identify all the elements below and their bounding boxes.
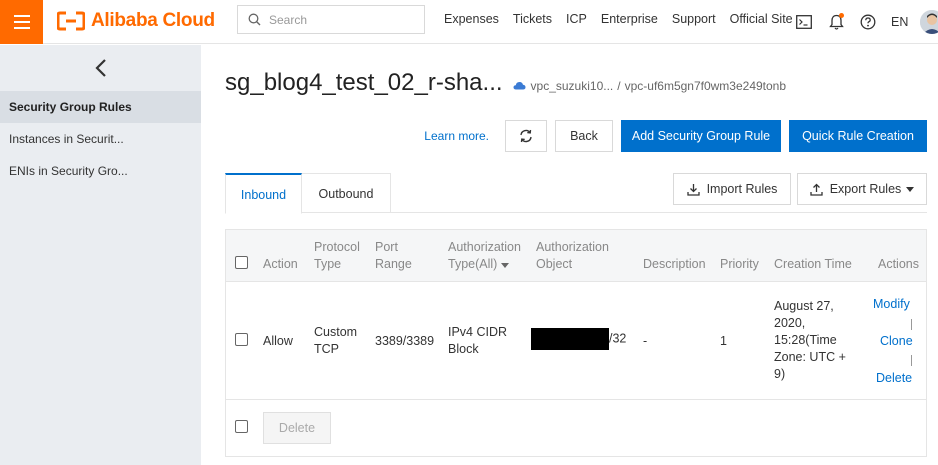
rule-creation-time: August 27, 2020, 15:28(Time Zone: UTC + …: [774, 299, 846, 381]
table-row: Allow Custom TCP 3389/3389 IPv4 CIDR Block…: [226, 282, 926, 400]
download-icon: [686, 183, 700, 196]
chevron-left-icon: [94, 59, 106, 77]
action-bar: Learn more. Back Add Security Group Rule…: [424, 120, 927, 152]
rule-port-range: 3389/3389: [375, 334, 435, 348]
caret-down-icon: [500, 263, 509, 268]
user-avatar[interactable]: [920, 10, 938, 34]
nav-expenses[interactable]: Expenses: [444, 12, 499, 26]
back-button[interactable]: Back: [555, 120, 613, 152]
header-port-range: Port Range: [375, 240, 412, 271]
select-all-checkbox[interactable]: [235, 256, 248, 269]
export-rules-button[interactable]: Export Rules: [797, 173, 927, 205]
main-content: sg_blog4_test_02_r-sha... vpc_suzuki10..…: [201, 45, 938, 465]
nav-icp[interactable]: ICP: [566, 12, 587, 26]
top-navigation-bar: Alibaba Cloud Expenses Tickets ICP Enter…: [0, 0, 938, 44]
refresh-button[interactable]: [505, 120, 547, 152]
top-icons: EN: [795, 10, 938, 34]
sidebar-item-enis[interactable]: ENIs in Security Gro...: [0, 155, 201, 187]
rule-priority: 1: [720, 334, 727, 348]
add-security-group-rule-button[interactable]: Add Security Group Rule: [621, 120, 781, 152]
page-header: sg_blog4_test_02_r-sha... vpc_suzuki10..…: [225, 69, 786, 97]
action-separator: [911, 355, 912, 366]
nav-official-site[interactable]: Official Site: [730, 12, 793, 26]
breadcrumb: vpc_suzuki10... / vpc-uf6m5gn7f0wm3e249t…: [513, 78, 786, 93]
sidebar: Security Group Rules Instances in Securi…: [0, 45, 201, 465]
learn-more-link[interactable]: Learn more.: [424, 129, 489, 143]
rule-action: Allow: [263, 334, 293, 348]
action-separator: [911, 319, 912, 330]
page-title: sg_blog4_test_02_r-sha...: [225, 69, 503, 96]
vpc-name[interactable]: vpc_suzuki10...: [531, 79, 614, 93]
search-box[interactable]: [237, 5, 425, 34]
export-rules-label: Export Rules: [829, 182, 902, 196]
sidebar-item-instances[interactable]: Instances in Securit...: [0, 123, 201, 155]
header-creation-time: Creation Time: [774, 257, 852, 271]
header-description: Description: [643, 257, 706, 271]
header-priority: Priority: [720, 257, 759, 271]
redacted-block: [531, 328, 609, 350]
sidebar-item-security-group-rules[interactable]: Security Group Rules: [0, 91, 201, 123]
header-protocol-type: Protocol Type: [314, 240, 360, 271]
breadcrumb-separator: /: [617, 78, 621, 93]
header-actions: Actions: [878, 257, 919, 271]
notification-dot: [839, 13, 844, 18]
nav-tickets[interactable]: Tickets: [513, 12, 552, 26]
clone-link[interactable]: Clone: [880, 333, 913, 350]
top-nav-links: Expenses Tickets ICP Enterprise Support …: [444, 12, 807, 26]
modify-link[interactable]: Modify: [873, 296, 910, 313]
logo-text: Alibaba Cloud: [91, 10, 215, 31]
rule-protocol-type: Custom TCP: [314, 325, 358, 356]
language-switch[interactable]: EN: [891, 15, 908, 29]
quick-rule-creation-button[interactable]: Quick Rule Creation: [789, 120, 927, 152]
vpc-id[interactable]: vpc-uf6m5gn7f0wm3e249tonb: [625, 79, 786, 93]
nav-support[interactable]: Support: [672, 12, 716, 26]
hamburger-icon: [13, 15, 30, 29]
rule-description: -: [643, 334, 648, 348]
search-input[interactable]: [269, 12, 409, 27]
refresh-icon: [520, 129, 532, 143]
search-icon: [248, 13, 261, 26]
tab-inbound[interactable]: Inbound: [225, 173, 302, 214]
terminal-icon[interactable]: [795, 13, 813, 31]
delete-link[interactable]: Delete: [876, 370, 912, 387]
header-authorization-type[interactable]: Authorization Type(All): [448, 239, 521, 273]
upload-icon: [810, 183, 823, 196]
rule-authorization-type: IPv4 CIDR Block: [448, 325, 508, 356]
table-footer: Delete: [226, 400, 926, 456]
security-group-rules-table: Action Protocol Type Port Range Authorizat…: [225, 229, 927, 457]
rule-authorization-object: /32: [531, 328, 626, 350]
notification-bell-icon[interactable]: [827, 13, 845, 31]
import-rules-label: Import Rules: [706, 182, 778, 196]
header-action: Action: [263, 257, 298, 271]
batch-delete-button[interactable]: Delete: [263, 412, 331, 444]
caret-down-icon: [906, 186, 915, 192]
alibaba-logo-icon: [57, 11, 85, 31]
nav-enterprise[interactable]: Enterprise: [601, 12, 658, 26]
footer-select-checkbox[interactable]: [235, 420, 248, 433]
header-authorization-object: Authorization Object: [536, 240, 609, 271]
tab-outbound[interactable]: Outbound: [302, 173, 391, 213]
rules-tabs: Inbound Outbound Import Rules Export Rul…: [225, 173, 927, 214]
alibaba-cloud-logo[interactable]: Alibaba Cloud: [57, 10, 215, 32]
table-header: Action Protocol Type Port Range Authorizat…: [226, 230, 926, 282]
sidebar-collapse-button[interactable]: [0, 45, 201, 91]
menu-button[interactable]: [0, 0, 43, 44]
help-icon[interactable]: [859, 13, 877, 31]
cloud-icon: [513, 82, 526, 90]
import-rules-button[interactable]: Import Rules: [673, 173, 791, 205]
row-checkbox[interactable]: [235, 333, 248, 346]
